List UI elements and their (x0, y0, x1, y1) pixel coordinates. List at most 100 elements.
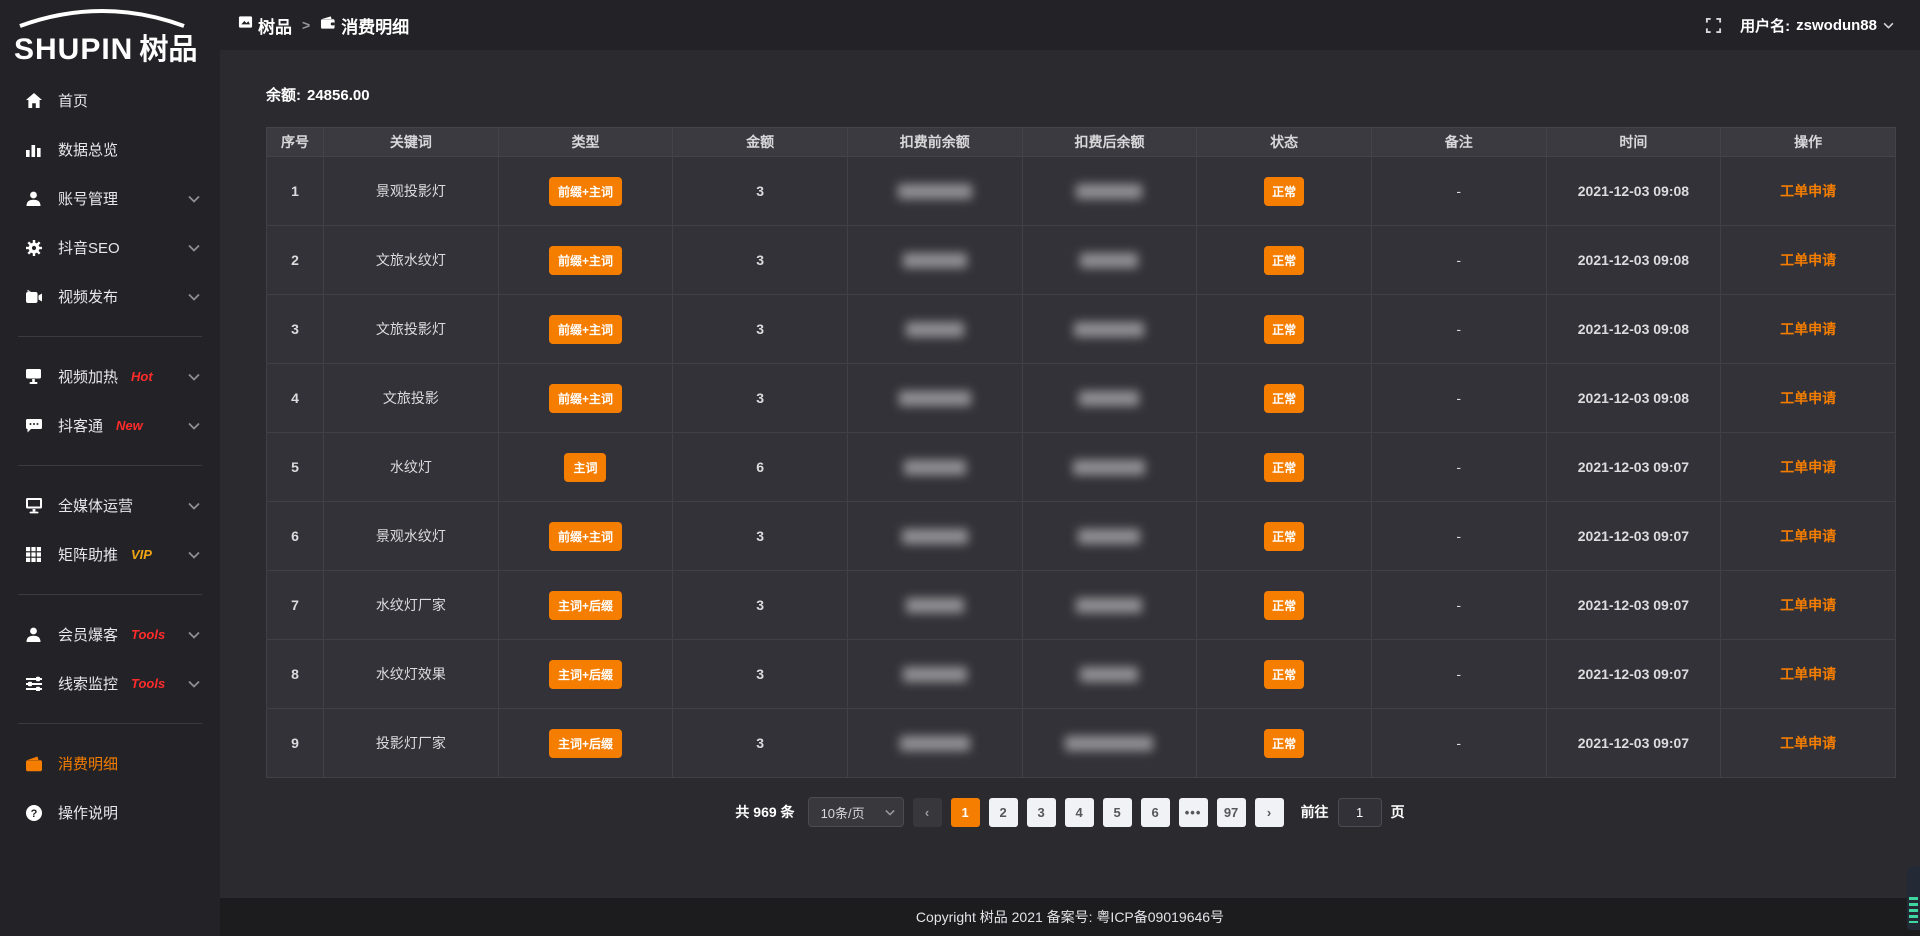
cell-post-balance (1022, 364, 1197, 433)
sidebar-item-grid-10[interactable]: 矩阵助推VIP (0, 530, 220, 579)
cell-post-balance (1022, 640, 1197, 709)
sidebar-item-label: 账号管理 (58, 188, 118, 209)
work-order-link[interactable]: 工单申请 (1780, 735, 1836, 751)
status-badge: 正常 (1264, 729, 1304, 758)
type-badge: 主词+后缀 (549, 591, 622, 620)
column-header: 关键词 (324, 128, 499, 157)
status-badge: 正常 (1264, 315, 1304, 344)
cell-time: 2021-12-03 09:08 (1546, 157, 1721, 226)
status-badge: 正常 (1264, 453, 1304, 482)
page-button-2[interactable]: 2 (989, 798, 1018, 827)
table-row: 7水纹灯厂家主词+后缀3正常-2021-12-03 09:07工单申请 (267, 571, 1896, 640)
cell-amount: 3 (673, 364, 848, 433)
more-pages-button[interactable]: ••• (1179, 798, 1208, 827)
username-label: 用户名: (1740, 15, 1790, 36)
cell-type: 前缀+主词 (498, 364, 673, 433)
work-order-link[interactable]: 工单申请 (1780, 321, 1836, 337)
page-button-3[interactable]: 3 (1027, 798, 1056, 827)
page-button-5[interactable]: 5 (1103, 798, 1132, 827)
cell-action: 工单申请 (1721, 295, 1896, 364)
page-button-1[interactable]: 1 (951, 798, 980, 827)
cell-post-balance (1022, 295, 1197, 364)
sidebar-item-monitor-9[interactable]: 全媒体运营 (0, 481, 220, 530)
table-row: 5水纹灯主词6正常-2021-12-03 09:07工单申请 (267, 433, 1896, 502)
cell-amount: 3 (673, 640, 848, 709)
table-head: 序号关键词类型金额扣费前余额扣费后余额状态备注时间操作 (267, 128, 1896, 157)
cell-type: 主词+后缀 (498, 571, 673, 640)
page-button-6[interactable]: 6 (1141, 798, 1170, 827)
sidebar-item-home-0[interactable]: 首页 (0, 76, 220, 125)
work-order-link[interactable]: 工单申请 (1780, 666, 1836, 682)
sidebar-item-label: 视频发布 (58, 286, 118, 307)
cell-pre-balance (847, 295, 1022, 364)
work-order-link[interactable]: 工单申请 (1780, 390, 1836, 406)
type-badge: 前缀+主词 (549, 522, 622, 551)
breadcrumb-current-label: 消费明细 (341, 13, 409, 38)
user-menu[interactable]: 用户名: zswodun88 (1740, 15, 1894, 36)
goto-page-input[interactable] (1338, 798, 1382, 827)
sidebar-item-chat-7[interactable]: 抖客通New (0, 401, 220, 450)
breadcrumb: 树品 > 消费明细 (238, 13, 409, 38)
type-badge: 前缀+主词 (549, 177, 622, 206)
logo-arc (16, 6, 188, 28)
table-row: 2文旅水纹灯前缀+主词3正常-2021-12-03 09:08工单申请 (267, 226, 1896, 295)
page-size-value: 10条/页 (821, 803, 865, 822)
cell-time: 2021-12-03 09:08 (1546, 226, 1721, 295)
cell-time: 2021-12-03 09:07 (1546, 502, 1721, 571)
page-button-97[interactable]: 97 (1217, 798, 1246, 827)
wallet-icon (320, 15, 336, 35)
floating-widget[interactable] (1907, 866, 1920, 930)
table-body: 1景观投影灯前缀+主词3正常-2021-12-03 09:08工单申请2文旅水纹… (267, 157, 1896, 778)
cell-index: 8 (267, 640, 324, 709)
cell-type: 前缀+主词 (498, 502, 673, 571)
sidebar-item-bar-chart-1[interactable]: 数据总览 (0, 125, 220, 174)
sidebar-item-sliders-13[interactable]: 线索监控Tools (0, 659, 220, 708)
sidebar-item-user-12[interactable]: 会员爆客Tools (0, 610, 220, 659)
cell-keyword: 文旅投影灯 (324, 295, 499, 364)
breadcrumb-current[interactable]: 消费明细 (320, 13, 409, 38)
chevron-down-icon (188, 195, 200, 203)
work-order-link[interactable]: 工单申请 (1780, 597, 1836, 613)
cell-keyword: 水纹灯 (324, 433, 499, 502)
sidebar-item-label: 数据总览 (58, 139, 118, 160)
prev-page-button[interactable]: ‹ (913, 798, 942, 827)
redacted-value (900, 736, 970, 751)
sidebar-divider (18, 336, 202, 337)
fullscreen-icon[interactable] (1705, 17, 1722, 34)
redacted-value (899, 391, 971, 406)
redacted-value (902, 529, 968, 544)
logo-text-cn: 树品 (139, 26, 197, 68)
cell-remark: - (1371, 157, 1546, 226)
cell-keyword: 文旅投影 (324, 364, 499, 433)
sidebar-item-user-2[interactable]: 账号管理 (0, 174, 220, 223)
column-header: 时间 (1546, 128, 1721, 157)
user-icon (24, 625, 43, 644)
sidebar-item-wallet-15[interactable]: 消费明细 (0, 739, 220, 788)
next-page-button[interactable]: › (1255, 798, 1284, 827)
page-size-select[interactable]: 10条/页 (808, 797, 904, 827)
sidebar-item-question-16[interactable]: ?操作说明 (0, 788, 220, 837)
cell-status: 正常 (1197, 433, 1372, 502)
breadcrumb-app[interactable]: 树品 (238, 13, 292, 38)
cell-index: 7 (267, 571, 324, 640)
monitor-icon (24, 496, 43, 515)
sidebar-item-video-4[interactable]: 视频发布 (0, 272, 220, 321)
sidebar-item-gear-3[interactable]: 抖音SEO (0, 223, 220, 272)
cell-index: 3 (267, 295, 324, 364)
work-order-link[interactable]: 工单申请 (1780, 459, 1836, 475)
work-order-link[interactable]: 工单申请 (1780, 528, 1836, 544)
work-order-link[interactable]: 工单申请 (1780, 252, 1836, 268)
redacted-value (1065, 736, 1153, 751)
table-row: 1景观投影灯前缀+主词3正常-2021-12-03 09:08工单申请 (267, 157, 1896, 226)
sidebar-item-screen-6[interactable]: 视频加热Hot (0, 352, 220, 401)
page-button-4[interactable]: 4 (1065, 798, 1094, 827)
screen-icon (24, 367, 43, 386)
chat-icon (24, 416, 43, 435)
cell-keyword: 文旅水纹灯 (324, 226, 499, 295)
cell-status: 正常 (1197, 157, 1372, 226)
cell-action: 工单申请 (1721, 433, 1896, 502)
cell-amount: 6 (673, 433, 848, 502)
copyright-text: Copyright 树品 2021 备案号: 粤ICP备09019646号 (916, 907, 1224, 927)
cell-index: 5 (267, 433, 324, 502)
work-order-link[interactable]: 工单申请 (1780, 183, 1836, 199)
